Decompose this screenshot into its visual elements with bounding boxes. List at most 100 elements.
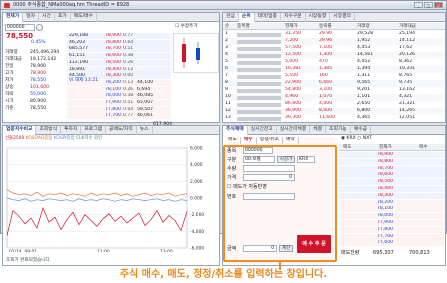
bid-pct: 0.26 <box>123 86 134 92</box>
tab-chart-4[interactable]: 공매도/차익 <box>106 126 137 135</box>
tab-order-3[interactable]: 체결 <box>310 126 327 135</box>
tab-quote-4[interactable]: 매도/매수 <box>71 13 98 22</box>
rank-cell: 8,000 <box>319 108 333 113</box>
tab-order-4[interactable]: 조회가능 <box>326 126 351 135</box>
tab-quote-1[interactable]: 일자 <box>23 13 40 22</box>
rank-row[interactable]: 13 39,300 11,600 4,365 12,051 <box>223 115 445 122</box>
tab-rank-2[interactable]: 테마/업종 <box>255 13 281 22</box>
tab-chart-1[interactable]: 조회방식 <box>36 126 62 135</box>
bid-row[interactable]: 46,061 77,700 0.77 <box>67 113 171 120</box>
tab-order-1[interactable]: 실시간잔고 <box>248 126 277 135</box>
rank-col-3[interactable]: 등락률 <box>319 24 332 30</box>
tab-buy[interactable]: 매수 <box>240 137 257 144</box>
book-row[interactable]: 78,800 <box>339 158 445 165</box>
rank-row[interactable]: 5 5,000 470 4,452 8,362 <box>223 59 445 66</box>
book-total: 695,307 <box>373 250 394 256</box>
search-icon[interactable] <box>36 24 43 31</box>
book-row[interactable]: 78,200 <box>339 199 445 206</box>
ask-qty: 46,203 <box>69 39 86 45</box>
market-radio[interactable]: ◉ KRX ○ NXT <box>341 136 372 142</box>
rank-cell: 14,561 <box>357 52 374 57</box>
bid-pct: 0.64 <box>123 106 134 112</box>
book-row[interactable]: 78,100 <box>339 206 445 213</box>
minimize-icon[interactable]: _ <box>414 2 423 8</box>
book-price: 77,700 <box>377 233 394 239</box>
tab-rank-3[interactable]: 지수구분 <box>281 13 306 22</box>
bid-price: 77,700 <box>105 113 122 119</box>
rank-row[interactable]: 9 54,800 3,100 9,201 13,162 <box>223 87 445 94</box>
bid-row[interactable]: 65,007 77,900 0.51 <box>67 100 171 106</box>
rank-row[interactable]: 11 86,800 4,000 2,650 21,321 <box>223 101 445 108</box>
book-row[interactable]: 78,700 <box>339 165 445 172</box>
tab-chart-2[interactable]: 투자자 <box>61 126 82 135</box>
ask-row[interactable]: 685,577 78,700 0.51 <box>67 46 171 53</box>
tab-quote-2[interactable]: 시간 <box>39 13 55 22</box>
rank-col-4[interactable]: 거래량 <box>357 24 370 30</box>
rank-col-5[interactable]: 거래대금 <box>399 24 416 30</box>
rank-row[interactable]: 12 36,900 8,000 6,800 14,265 <box>223 108 445 115</box>
bid-price: 78,000 <box>105 93 122 99</box>
rank-row[interactable]: 1 31,250 29.90 29,528 25,194 <box>223 31 445 38</box>
tab-modify-cancel[interactable]: 정정/취소 <box>257 137 283 144</box>
rank-row[interactable]: 3 57,500 7,100 4,453 17,62 <box>223 45 445 52</box>
book-row[interactable]: 77,900 <box>339 220 445 226</box>
book-row[interactable]: 78,600 <box>339 172 445 179</box>
ask-price: 78,600 <box>105 53 122 59</box>
book-row[interactable]: 78,400 <box>339 186 445 192</box>
rank-row[interactable]: 2 7,200 29.96 1,952 14,112 <box>223 38 445 45</box>
maximize-icon[interactable]: □ <box>424 2 433 8</box>
adjusted-price-label: 수정주가 <box>180 24 198 29</box>
rank-row[interactable]: 8 22,900 6,660 9,565 9,735 <box>223 80 445 87</box>
tab-rank-5[interactable]: 시장결의 <box>330 13 355 22</box>
tab-rank-0[interactable]: 관심 <box>223 13 239 22</box>
rank-col-0[interactable]: 순 <box>225 24 229 30</box>
rank-stock-name <box>237 67 281 72</box>
tab-rank-1[interactable]: 순위 <box>238 13 255 22</box>
tab-rank-4[interactable]: 시장동향 <box>306 13 331 22</box>
rank-row[interactable]: 4 12,500 1,300 14,561 20,126 <box>223 52 445 59</box>
bid-row[interactable]: 59,507 77,800 0.64 <box>67 106 171 113</box>
book-bid-total: 700,813 <box>409 250 430 256</box>
stock-code-input[interactable]: 000000 <box>5 24 35 31</box>
ask-row[interactable]: 61,151 78,600 0.38 <box>67 53 171 60</box>
book-row[interactable]: 77,800 <box>339 226 445 233</box>
tab-quote-3[interactable]: 호가 <box>55 13 71 22</box>
quote-info-table: 거래량 245,496,294 거래대금 19,172,142 전일 78,900 고… <box>5 50 65 114</box>
book-row[interactable]: 78,500 <box>339 179 445 186</box>
tab-chart-0[interactable]: 업종지수비교 <box>3 126 37 135</box>
rank-row[interactable]: 10 4,960 1,070 1,101 4,321 <box>223 94 445 101</box>
book-total-label: 매도잔량 <box>341 250 360 256</box>
book-row[interactable]: 78,900 <box>339 152 445 158</box>
rank-cell: 14,265 <box>399 108 416 113</box>
book-price: 78,300 <box>377 192 394 198</box>
book-row[interactable]: 77,700 <box>339 233 445 240</box>
ask-row[interactable]: 18,891 78,400 0.13 <box>67 66 171 73</box>
bid-row[interactable]: 6,694 78,100 0.26 <box>67 86 171 93</box>
tab-chart-5[interactable]: 뉴스 <box>137 126 153 135</box>
tab-reserve[interactable]: 예약 <box>283 137 299 144</box>
rank-cell: 4,453 <box>357 45 371 50</box>
bid-pct: 0.77 <box>123 113 134 119</box>
tab-order-0[interactable]: 주식매매 <box>223 126 248 135</box>
book-row[interactable]: 78,300 <box>339 192 445 199</box>
book-row[interactable]: 77,600 <box>339 240 445 247</box>
adjusted-price-checkbox[interactable]: ☐ 수정주가 <box>175 24 198 30</box>
tab-sell[interactable]: 매도 <box>225 137 241 144</box>
bid-row[interactable]: 46,085 78,000 0.38 <box>67 93 171 100</box>
book-row[interactable]: 78,000 <box>339 213 445 220</box>
tab-chart-3[interactable]: 프로그램 <box>81 126 107 135</box>
tab-order-2[interactable]: 실시간미체결 <box>277 126 311 135</box>
rank-stock-name <box>237 39 281 44</box>
rank-col-1[interactable]: 종목명 <box>237 24 250 30</box>
tab-quote-0[interactable]: 현재가 <box>3 13 24 22</box>
ask-qty: 229,188 <box>69 33 88 38</box>
ask-row[interactable]: 229,188 78,900 0.77 <box>67 33 171 39</box>
amount-value: 19,172,142 <box>30 57 57 62</box>
close-icon[interactable]: × <box>434 2 443 8</box>
rank-row[interactable]: 7 5,500 160 1,311 8,765 <box>223 73 445 80</box>
tab-order-5[interactable]: 예수금 <box>351 126 371 135</box>
ask-row[interactable]: 46,203 78,800 0.64 <box>67 39 171 46</box>
ask-row[interactable]: 112,190 78,500 0.26 <box>67 59 171 66</box>
rank-row[interactable]: 6 10,381 1,385 1,394 10,331 <box>223 66 445 73</box>
rank-col-2[interactable]: 현재가 <box>285 24 298 30</box>
